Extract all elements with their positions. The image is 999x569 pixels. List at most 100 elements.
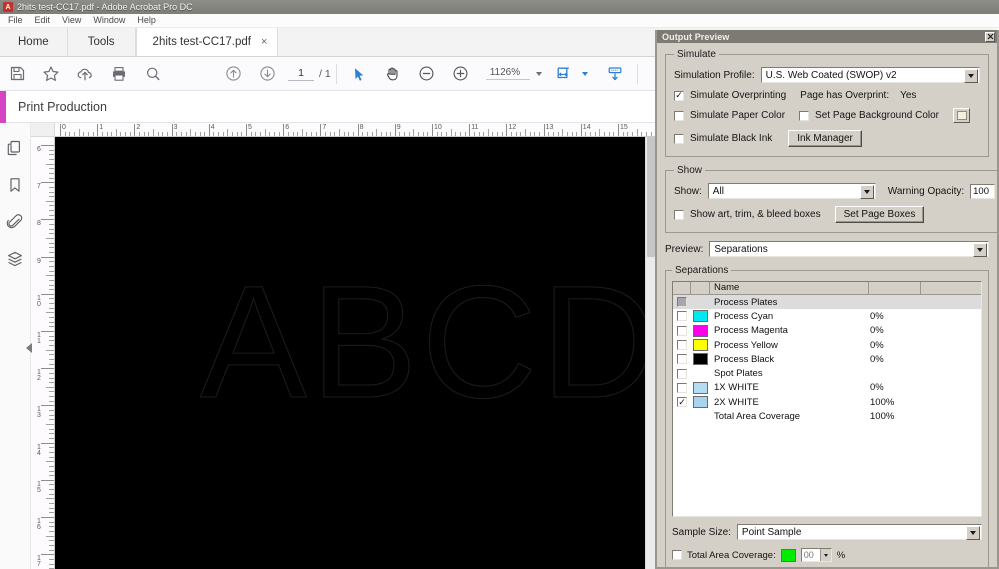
scroll-mode-icon[interactable] <box>598 57 632 91</box>
total-area-coverage-swatch[interactable] <box>780 548 796 562</box>
document-canvas[interactable]: ABCDE <box>55 137 645 569</box>
page-thumbnails-icon[interactable] <box>4 137 26 159</box>
separation-visibility-checkbox[interactable] <box>677 368 687 379</box>
total-area-coverage-checkbox[interactable] <box>672 550 682 560</box>
ruler-minor-tick <box>129 132 131 136</box>
ruler-minor-tick <box>227 129 229 136</box>
ruler-minor-tick <box>49 307 54 309</box>
chevron-down-icon[interactable] <box>966 525 980 540</box>
table-row[interactable]: Process Yellow 0% <box>673 338 981 352</box>
separation-visibility-checkbox[interactable] <box>677 340 687 351</box>
fit-options-chevron-icon[interactable] <box>582 71 589 76</box>
separation-visibility-checkbox[interactable] <box>677 354 687 365</box>
zoom-in-icon[interactable] <box>444 57 478 91</box>
ink-manager-button[interactable]: Ink Manager <box>788 130 862 147</box>
separations-table[interactable]: Name Process Plates Process Cyan 0% Process… <box>672 281 982 517</box>
table-row[interactable]: 1X WHITE 0% <box>673 381 981 395</box>
show-select[interactable]: All <box>707 183 876 199</box>
table-row[interactable]: ✓ 2X WHITE 100% <box>673 395 981 409</box>
close-icon[interactable] <box>985 31 995 42</box>
simulation-profile-select[interactable]: U.S. Web Coated (SWOP) v2 <box>760 67 980 83</box>
ruler-minor-tick <box>622 132 624 136</box>
scrollbar-thumb[interactable] <box>647 137 655 257</box>
ruler-minor-tick <box>125 132 127 136</box>
ruler-minor-tick <box>49 210 54 212</box>
fit-width-icon[interactable] <box>546 57 580 91</box>
table-row[interactable]: Spot Plates <box>673 366 981 380</box>
page-background-color-swatch[interactable] <box>953 108 971 123</box>
tab-home[interactable]: Home <box>0 28 68 56</box>
save-icon[interactable] <box>0 57 34 91</box>
menu-item-window[interactable]: Window <box>88 14 130 27</box>
collapse-panel-arrow-icon[interactable] <box>24 341 34 355</box>
set-page-boxes-button[interactable]: Set Page Boxes <box>834 206 925 223</box>
zoom-out-icon[interactable] <box>410 57 444 91</box>
page-number-input[interactable]: 1 <box>288 67 314 81</box>
zoom-level-control[interactable]: 1126% <box>485 67 543 80</box>
hand-icon[interactable] <box>376 57 410 91</box>
ruler-minor-tick <box>520 132 522 136</box>
table-row[interactable]: Total Area Coverage 100% <box>673 409 981 423</box>
search-icon[interactable] <box>136 57 170 91</box>
layers-icon[interactable] <box>4 248 26 270</box>
table-row[interactable]: Process Plates <box>673 295 981 310</box>
close-icon[interactable]: × <box>261 36 267 48</box>
chevron-down-icon[interactable] <box>973 242 987 257</box>
next-page-button[interactable] <box>250 57 284 91</box>
menu-item-view[interactable]: View <box>57 14 86 27</box>
horizontal-ruler[interactable]: 012345678910111213141516 <box>55 123 655 137</box>
chevron-down-icon[interactable] <box>859 184 874 199</box>
page-has-overprint-value: Yes <box>900 90 917 101</box>
simulate-overprinting-checkbox[interactable]: ✓ <box>674 90 684 101</box>
table-row[interactable]: Process Cyan 0% <box>673 309 981 323</box>
separation-visibility-checkbox[interactable] <box>677 325 687 336</box>
simulate-black-ink-checkbox[interactable] <box>674 133 684 144</box>
chevron-down-icon[interactable] <box>819 549 831 561</box>
set-page-background-color-checkbox[interactable] <box>799 110 810 121</box>
ruler-minor-tick <box>390 132 392 136</box>
chevron-down-icon[interactable] <box>536 71 543 76</box>
ruler-minor-tick <box>292 132 294 136</box>
show-boxes-checkbox[interactable] <box>674 209 684 220</box>
ruler-minor-tick <box>64 132 66 136</box>
tab-tools[interactable]: Tools <box>67 28 136 56</box>
ruler-minor-tick <box>49 303 54 305</box>
ruler-major-tick <box>41 442 54 444</box>
separation-visibility-checkbox[interactable]: ✓ <box>677 397 687 408</box>
table-row[interactable]: Process Magenta 0% <box>673 324 981 338</box>
chevron-down-icon[interactable] <box>964 68 978 83</box>
ruler-minor-tick <box>49 233 54 235</box>
simulate-paper-color-checkbox[interactable] <box>674 110 684 121</box>
ruler-label: 13 <box>545 124 554 131</box>
sample-size-select[interactable]: Point Sample <box>736 524 982 540</box>
warning-opacity-input[interactable]: 100 <box>970 183 996 199</box>
ruler-label: 13 <box>37 406 41 420</box>
show-legend: Show <box>677 165 703 176</box>
ruler-minor-tick <box>343 132 345 136</box>
document-vertical-scrollbar[interactable] <box>645 137 655 569</box>
print-icon[interactable] <box>102 57 136 91</box>
ruler-minor-tick <box>366 132 368 136</box>
total-area-coverage-spinner[interactable]: 00 <box>800 548 832 562</box>
bookmarks-icon[interactable] <box>4 174 26 196</box>
ruler-minor-tick <box>194 132 196 136</box>
tab-document[interactable]: 2hits test-CC17.pdf × <box>135 28 279 56</box>
menu-item-edit[interactable]: Edit <box>30 14 56 27</box>
upload-cloud-icon[interactable] <box>68 57 102 91</box>
vertical-ruler[interactable]: 6 7 8 9 10 11 12 13 14 15 16 17 <box>31 137 55 569</box>
previous-page-button[interactable] <box>216 57 250 91</box>
separation-swatch-cell <box>691 310 710 323</box>
attachments-icon[interactable] <box>4 211 26 233</box>
preview-select[interactable]: Separations <box>709 241 989 257</box>
cursor-arrow-icon[interactable] <box>342 57 376 91</box>
ruler-minor-tick <box>650 132 652 136</box>
separation-checkbox-cell <box>673 325 691 336</box>
ruler-label: 15 <box>620 124 628 131</box>
separation-visibility-checkbox[interactable] <box>677 297 687 308</box>
menu-item-help[interactable]: Help <box>132 14 161 27</box>
separation-visibility-checkbox[interactable] <box>677 311 687 322</box>
table-row[interactable]: Process Black 0% <box>673 352 981 366</box>
separation-visibility-checkbox[interactable] <box>677 382 687 393</box>
star-icon[interactable] <box>34 57 68 91</box>
menu-item-file[interactable]: File <box>3 14 28 27</box>
